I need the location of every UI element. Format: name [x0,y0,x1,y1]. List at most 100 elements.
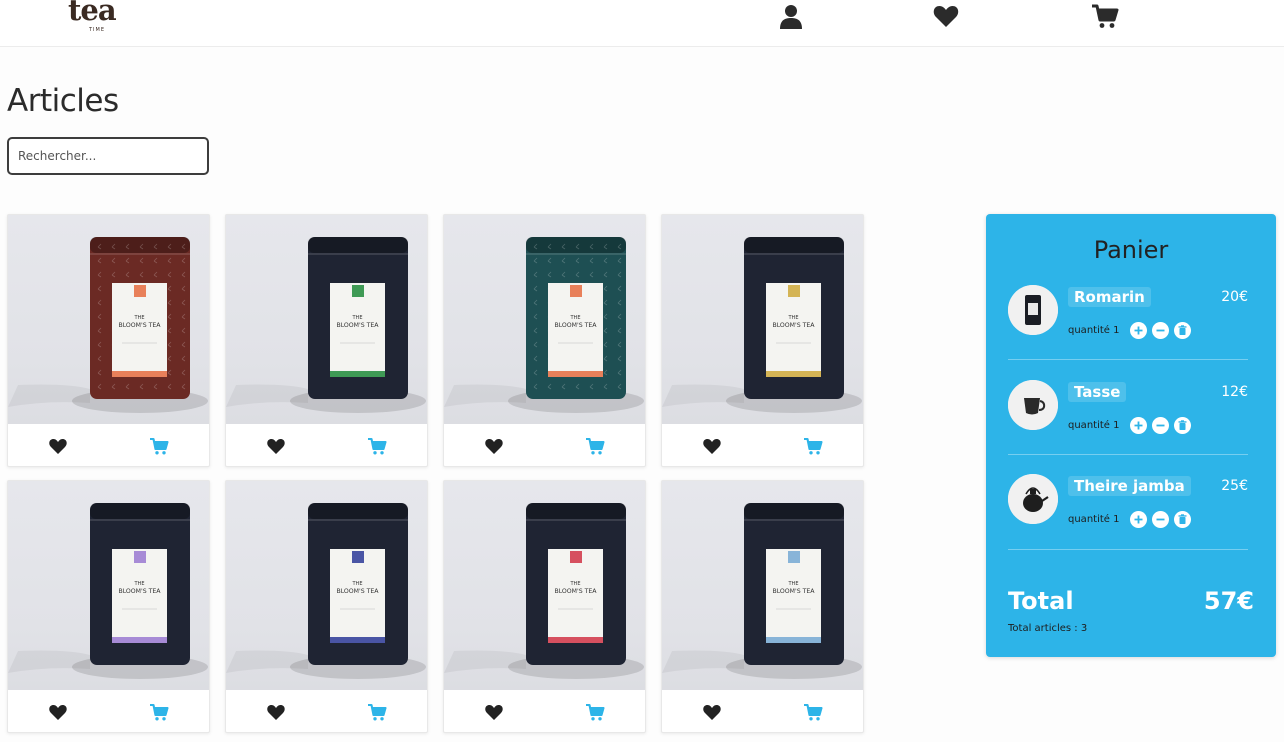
cart-icon[interactable] [1091,2,1119,30]
heart-icon [267,705,285,720]
cart-icon [804,437,823,455]
heart-icon[interactable] [932,2,960,30]
logo[interactable]: tea TIME [68,0,132,36]
plus-icon [1134,421,1143,430]
cart-icon [150,703,169,721]
product-thumbnail [1008,380,1058,430]
svg-text:THE: THE [134,315,145,321]
svg-text:BLOOM'S TEA: BLOOM'S TEA [118,588,161,595]
cart-icon [368,703,387,721]
product-image: THE BLOOM'S TEA [444,215,645,424]
cart-icon [150,437,169,455]
product-card[interactable]: THE BLOOM'S TEA [661,480,864,733]
add-to-favorites-button[interactable] [484,702,504,722]
product-card[interactable]: THE BLOOM'S TEA [443,480,646,733]
cart-item: Romarin 20€ quantité 1 [1008,285,1248,375]
logo-text: tea [68,0,117,27]
add-to-cart-button[interactable] [585,436,605,456]
product-actions [8,424,209,467]
product-image: THE BLOOM'S TEA [226,481,427,690]
trash-icon [1178,420,1187,430]
add-to-favorites-button[interactable] [48,436,68,456]
add-to-cart-button[interactable] [803,702,823,722]
svg-text:THE: THE [134,581,145,587]
search-input[interactable] [7,137,209,175]
total-articles-count: Total articles : 3 [1008,623,1088,634]
remove-item-button[interactable] [1174,511,1191,528]
cart-item-name: Romarin [1068,287,1151,307]
increase-quantity-button[interactable] [1130,322,1147,339]
product-image: THE BLOOM'S TEA [8,481,209,690]
svg-text:BLOOM'S TEA: BLOOM'S TEA [772,322,815,329]
add-to-favorites-button[interactable] [702,436,722,456]
product-actions [662,690,863,733]
heart-icon [485,439,503,454]
cart-item-quantity: quantité 1 [1068,420,1120,431]
heart-icon [485,705,503,720]
cart-item-price: 20€ [1221,289,1248,305]
minus-icon [1156,424,1165,427]
total-value: 57€ [1203,587,1254,615]
svg-text:BLOOM'S TEA: BLOOM'S TEA [554,322,597,329]
add-to-cart-button[interactable] [149,702,169,722]
decrease-quantity-button[interactable] [1152,511,1169,528]
svg-text:THE: THE [788,315,799,321]
product-card[interactable]: THE BLOOM'S TEA [7,480,210,733]
add-to-cart-button[interactable] [149,436,169,456]
increase-quantity-button[interactable] [1130,417,1147,434]
add-to-favorites-button[interactable] [48,702,68,722]
add-to-favorites-button[interactable] [702,702,722,722]
product-actions [662,424,863,467]
cart-item-name: Tasse [1068,382,1127,402]
product-image: THE BLOOM'S TEA [662,481,863,690]
cart-item: Theire jamba 25€ quantité 1 [1008,474,1248,564]
product-card[interactable]: THE BLOOM'S TEA [225,480,428,733]
svg-text:THE: THE [570,315,581,321]
add-to-favorites-button[interactable] [266,436,286,456]
product-actions [444,424,645,467]
user-icon[interactable] [777,2,805,30]
cart-item-name: Theire jamba [1068,476,1191,496]
svg-text:THE: THE [352,315,363,321]
product-card[interactable]: THE BLOOM'S TEA [661,214,864,467]
product-card[interactable]: THE BLOOM'S TEA [225,214,428,467]
add-to-favorites-button[interactable] [484,436,504,456]
svg-text:BLOOM'S TEA: BLOOM'S TEA [336,322,379,329]
cart-icon [804,703,823,721]
svg-text:BLOOM'S TEA: BLOOM'S TEA [118,322,161,329]
heart-icon [49,705,67,720]
product-actions [226,690,427,733]
heart-icon [703,705,721,720]
remove-item-button[interactable] [1174,322,1191,339]
trash-icon [1178,325,1187,335]
add-to-cart-button[interactable] [367,702,387,722]
add-to-favorites-button[interactable] [266,702,286,722]
plus-icon [1134,515,1143,524]
divider [1008,454,1248,455]
product-image: THE BLOOM'S TEA [8,215,209,424]
product-card[interactable]: THE BLOOM'S TEA [443,214,646,467]
heart-icon [703,439,721,454]
svg-text:THE: THE [788,581,799,587]
remove-item-button[interactable] [1174,417,1191,434]
add-to-cart-button[interactable] [803,436,823,456]
decrease-quantity-button[interactable] [1152,322,1169,339]
add-to-cart-button[interactable] [367,436,387,456]
minus-icon [1156,329,1165,332]
product-card[interactable]: THE BLOOM'S TEA [7,214,210,467]
product-grid: THE BLOOM'S TEA THE BLOOM'S TEA THE BLOO… [7,214,865,742]
heart-icon [267,439,285,454]
add-to-cart-button[interactable] [585,702,605,722]
increase-quantity-button[interactable] [1130,511,1147,528]
total-label: Total [1008,587,1074,615]
divider [1008,359,1248,360]
decrease-quantity-button[interactable] [1152,417,1169,434]
product-actions [444,690,645,733]
product-image: THE BLOOM'S TEA [662,215,863,424]
cart-title: Panier [1093,236,1169,264]
logo-subtext: TIME [89,27,106,33]
product-actions [226,424,427,467]
cart-icon [368,437,387,455]
trash-icon [1178,514,1187,524]
cart-item-quantity: quantité 1 [1068,325,1120,336]
